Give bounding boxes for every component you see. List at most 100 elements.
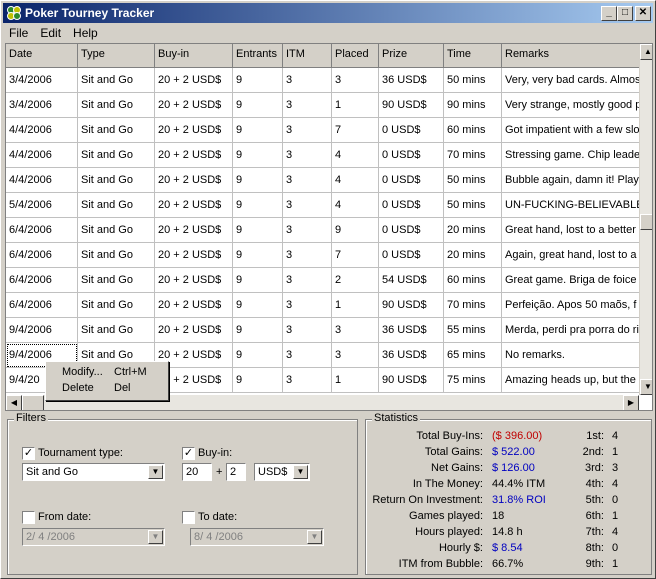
table-cell[interactable]: 3 — [283, 268, 332, 293]
table-cell[interactable]: Sit and Go — [78, 68, 155, 93]
context-menu-delete[interactable]: Delete — [62, 382, 94, 394]
table-cell[interactable]: Very strange, mostly good p — [502, 93, 652, 118]
table-cell[interactable]: Perfeição. Apos 50 maõs, f — [502, 293, 652, 318]
scroll-up-icon[interactable]: ▲ — [640, 44, 652, 60]
currency-select[interactable]: USD$ ▼ — [254, 463, 310, 481]
table-cell[interactable]: Sit and Go — [78, 93, 155, 118]
scroll-down-icon[interactable]: ▼ — [640, 379, 652, 395]
table-cell[interactable]: Sit and Go — [78, 318, 155, 343]
table-cell[interactable]: Sit and Go — [78, 293, 155, 318]
table-cell[interactable]: 9 — [332, 218, 379, 243]
table-cell[interactable]: 3 — [332, 343, 379, 368]
table-cell[interactable]: 9 — [233, 293, 283, 318]
table-cell[interactable]: Sit and Go — [78, 168, 155, 193]
table-cell[interactable]: 9 — [233, 118, 283, 143]
column-header[interactable]: Type — [78, 44, 155, 68]
table-cell[interactable]: Sit and Go — [78, 243, 155, 268]
column-header[interactable]: Buy-in — [155, 44, 233, 68]
table-cell[interactable]: 9 — [233, 243, 283, 268]
buyin-input[interactable]: 20 — [182, 463, 212, 481]
close-icon[interactable]: ✕ — [635, 6, 651, 21]
table-cell[interactable]: 36 USD$ — [379, 318, 444, 343]
table-cell[interactable]: 20 + 2 USD$ — [155, 68, 233, 93]
table-cell[interactable]: 70 mins — [444, 293, 502, 318]
chevron-down-icon[interactable]: ▼ — [148, 530, 163, 544]
table-cell[interactable]: 9 — [233, 168, 283, 193]
menu-file[interactable]: File — [3, 24, 34, 42]
vertical-scrollbar[interactable]: ▲ ▼ — [639, 44, 652, 395]
table-cell[interactable]: 3 — [283, 368, 332, 393]
table-cell[interactable]: 4 — [332, 193, 379, 218]
table-cell[interactable]: 20 + 2 USD$ — [155, 193, 233, 218]
table-cell[interactable]: 3 — [332, 318, 379, 343]
table-cell[interactable]: 3 — [283, 118, 332, 143]
title-bar[interactable]: Poker Tourney Tracker _ □ ✕ — [3, 3, 653, 23]
table-cell[interactable]: 9/4/2006 — [6, 318, 78, 343]
table-cell[interactable]: 60 mins — [444, 118, 502, 143]
table-cell[interactable]: 5/4/2006 — [6, 193, 78, 218]
table-cell[interactable]: 50 mins — [444, 168, 502, 193]
table-cell[interactable]: 3/4/2006 — [6, 68, 78, 93]
table-cell[interactable]: 9 — [233, 268, 283, 293]
table-cell[interactable]: Sit and Go — [78, 193, 155, 218]
table-cell[interactable]: Stressing game. Chip leader — [502, 143, 652, 168]
table-cell[interactable]: 60 mins — [444, 268, 502, 293]
table-cell[interactable]: 20 + 2 USD$ — [155, 218, 233, 243]
table-cell[interactable]: 4 — [332, 143, 379, 168]
column-header[interactable]: Entrants — [233, 44, 283, 68]
table-cell[interactable]: 0 USD$ — [379, 168, 444, 193]
table-cell[interactable]: 1 — [332, 293, 379, 318]
table-cell[interactable]: 20 + 2 USD$ — [155, 118, 233, 143]
table-cell[interactable]: 0 USD$ — [379, 243, 444, 268]
table-cell[interactable]: 50 mins — [444, 68, 502, 93]
table-cell[interactable]: 7 — [332, 118, 379, 143]
table-cell[interactable]: 90 mins — [444, 93, 502, 118]
table-cell[interactable]: Merda, perdi pra porra do riv — [502, 318, 652, 343]
table-cell[interactable]: Sit and Go — [78, 118, 155, 143]
table-cell[interactable]: 6/4/2006 — [6, 243, 78, 268]
scroll-left-icon[interactable]: ◀ — [6, 395, 22, 410]
table-cell[interactable]: 20 + 2 USD$ — [155, 243, 233, 268]
table-cell[interactable]: 9 — [233, 368, 283, 393]
table-cell[interactable]: 3 — [283, 218, 332, 243]
table-cell[interactable]: Very, very bad cards. Almos — [502, 68, 652, 93]
table-cell[interactable]: 3 — [283, 243, 332, 268]
context-menu-modify[interactable]: Modify... — [62, 366, 103, 378]
table-cell[interactable]: 55 mins — [444, 318, 502, 343]
table-cell[interactable]: 65 mins — [444, 343, 502, 368]
table-cell[interactable]: 90 USD$ — [379, 93, 444, 118]
table-cell[interactable]: 20 + 2 USD$ — [155, 318, 233, 343]
table-cell[interactable]: 9 — [233, 193, 283, 218]
table-cell[interactable]: 9 — [233, 143, 283, 168]
table-cell[interactable]: Great hand, lost to a better — [502, 218, 652, 243]
table-cell[interactable]: Got impatient with a few slo — [502, 118, 652, 143]
table-cell[interactable]: 6/4/2006 — [6, 218, 78, 243]
table-cell[interactable]: 4/4/2006 — [6, 118, 78, 143]
table-cell[interactable]: 0 USD$ — [379, 118, 444, 143]
table-cell[interactable]: 3 — [283, 143, 332, 168]
tournament-type-select[interactable]: Sit and Go ▼ — [22, 463, 165, 481]
column-header[interactable]: Time — [444, 44, 502, 68]
table-cell[interactable]: 3 — [283, 318, 332, 343]
table-cell[interactable]: 3/4/2006 — [6, 93, 78, 118]
tournament-table[interactable]: Date Type Buy-in Entrants ITM Placed Prize Time… — [5, 43, 653, 411]
from-date-checkbox[interactable] — [22, 511, 35, 524]
table-cell[interactable]: 1 — [332, 93, 379, 118]
table-cell[interactable]: 4/4/2006 — [6, 168, 78, 193]
menu-edit[interactable]: Edit — [34, 24, 67, 42]
table-cell[interactable]: 20 mins — [444, 218, 502, 243]
scroll-right-icon[interactable]: ▶ — [623, 395, 639, 410]
table-cell[interactable]: 2 — [332, 268, 379, 293]
table-cell[interactable]: 4/4/2006 — [6, 143, 78, 168]
table-cell[interactable]: Sit and Go — [78, 143, 155, 168]
table-cell[interactable]: 90 USD$ — [379, 368, 444, 393]
table-cell[interactable]: No remarks. — [502, 343, 652, 368]
column-header[interactable]: Placed — [332, 44, 379, 68]
table-cell[interactable]: 3 — [283, 93, 332, 118]
table-cell[interactable]: Again, great hand, lost to a — [502, 243, 652, 268]
table-cell[interactable]: 3 — [283, 193, 332, 218]
table-cell[interactable]: 1 — [332, 368, 379, 393]
table-cell[interactable]: 70 mins — [444, 143, 502, 168]
buyin-checkbox[interactable]: ✓ — [182, 447, 195, 460]
column-header[interactable]: Remarks — [502, 44, 652, 68]
